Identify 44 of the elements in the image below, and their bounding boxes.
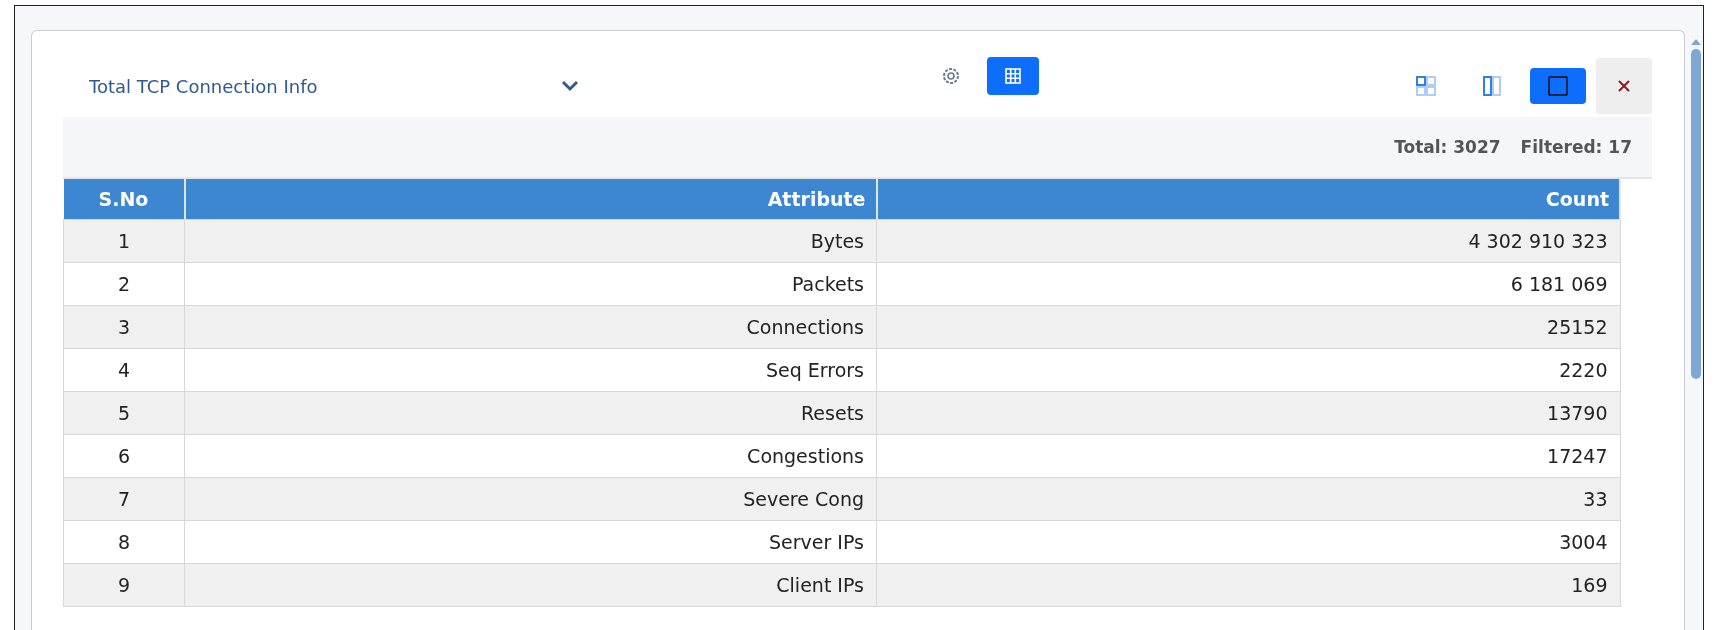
grid-icon [1004,67,1022,85]
table-cell: 2 [63,262,185,306]
table-cell: 7 [63,477,185,521]
single-pane-icon [1547,75,1569,97]
filtered-count: Filtered: 17 [1520,137,1632,157]
panel-select[interactable]: Total TCP Connection Info [63,67,579,97]
two-panes-icon [1481,75,1503,97]
table-cell: 5 [63,391,185,435]
table-cell: Seq Errors [184,348,877,392]
scrollbar-thumb[interactable] [1691,49,1701,379]
table-cell: Resets [184,391,877,435]
table-cell: 33 [876,477,1620,521]
table-cell: 4 302 910 323 [876,219,1620,263]
column-header[interactable]: Count [876,179,1620,220]
table-cell: 169 [876,563,1620,607]
four-panes-icon [1415,75,1437,97]
table-cell: Congestions [184,434,877,478]
table-cell: 9 [63,563,185,607]
table-cell: 1 [63,219,185,263]
table-cell: Client IPs [184,563,877,607]
column-header[interactable]: Attribute [184,179,877,220]
scroll-up-icon [1690,38,1702,46]
table-cell: 8 [63,520,185,564]
table-cell: 3004 [876,520,1620,564]
table-cell: 2220 [876,348,1620,392]
table-cell: Severe Cong [184,477,877,521]
table-cell: 6 181 069 [876,262,1620,306]
table-cell: 6 [63,434,185,478]
chevron-down-icon [561,80,579,92]
table-cell: Server IPs [184,520,877,564]
single-layout-button[interactable] [1530,68,1586,104]
grid-view-button[interactable] [987,57,1039,95]
table-cell: 13790 [876,391,1620,435]
close-icon [1616,78,1632,94]
table-cell: 25152 [876,305,1620,349]
table-cell: 3 [63,305,185,349]
settings-icon [940,65,962,87]
table-cell: Packets [184,262,877,306]
table-cell: 4 [63,348,185,392]
table-cell: Bytes [184,219,877,263]
table-cell: 17247 [876,434,1620,478]
table-cell: Connections [184,305,877,349]
total-count: Total: 3027 [1394,137,1501,157]
column-header[interactable]: S.No [63,179,185,220]
